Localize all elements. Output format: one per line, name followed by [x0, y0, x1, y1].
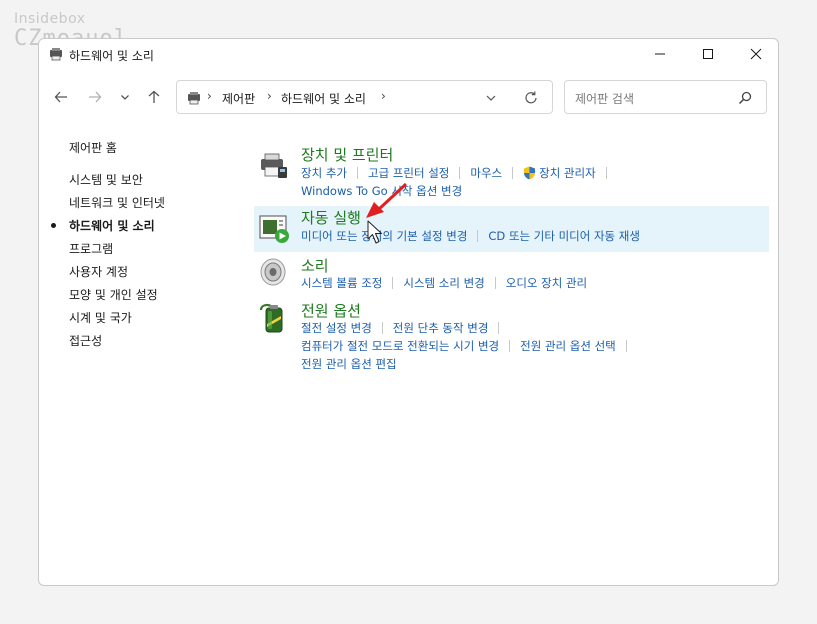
- sleep-timing-link[interactable]: 컴퓨터가 절전 모드로 전환되는 시기 변경: [301, 338, 499, 354]
- advanced-printer-setup-link[interactable]: 고급 프린터 설정: [368, 165, 449, 181]
- link-separator: [605, 167, 607, 179]
- annotation-arrow-icon: [366, 182, 408, 218]
- category-autoplay: 자동 실행 미디어 또는 장치의 기본 설정 변경 CD 또는 기타 미디어 자…: [254, 206, 769, 252]
- category-devices-printers: 장치 및 프린터 장치 추가 고급 프린터 설정 마우스 장치 관리자 Wind…: [254, 139, 769, 198]
- link-row: 전원 관리 옵션 편집: [301, 356, 397, 372]
- search-input[interactable]: 제어판 검색: [564, 80, 767, 114]
- link-row: 절전 설정 변경 전원 단추 동작 변경: [301, 320, 509, 336]
- link-separator: [459, 167, 461, 179]
- sidebar-item-user-accounts[interactable]: 사용자 계정: [69, 263, 128, 280]
- device-manager-link[interactable]: 장치 관리자: [539, 165, 596, 181]
- link-separator: [625, 340, 627, 352]
- current-page-bullet-icon: [51, 223, 56, 228]
- arrow-right-icon: [89, 91, 102, 103]
- breadcrumb-control-panel[interactable]: 제어판: [222, 90, 255, 107]
- sidebar-item-accessibility[interactable]: 접근성: [69, 332, 102, 349]
- add-device-link[interactable]: 장치 추가: [301, 165, 347, 181]
- category-power-options: 전원 옵션 절전 설정 변경 전원 단추 동작 변경 컴퓨터가 절전 모드로 전…: [254, 300, 769, 378]
- breadcrumb-separator: ›: [381, 89, 386, 103]
- minimize-button[interactable]: [637, 39, 683, 69]
- close-button[interactable]: [733, 39, 778, 69]
- sidebar-item-appearance[interactable]: 모양 및 개인 설정: [69, 286, 158, 303]
- change-sleep-settings-link[interactable]: 절전 설정 변경: [301, 320, 372, 336]
- arrow-left-icon: [54, 91, 67, 103]
- link-separator: [512, 167, 514, 179]
- link-separator: [477, 230, 479, 242]
- sidebar-item-system-security[interactable]: 시스템 및 보안: [69, 171, 143, 188]
- uac-shield-icon: [524, 166, 536, 180]
- link-separator: [498, 322, 500, 334]
- arrow-up-icon: [148, 90, 160, 103]
- breadcrumb-separator: ›: [207, 89, 212, 103]
- link-row: 컴퓨터가 절전 모드로 전환되는 시기 변경 전원 관리 옵션 선택: [301, 338, 637, 354]
- breadcrumb-separator: ›: [267, 89, 272, 103]
- change-system-sounds-link[interactable]: 시스템 소리 변경: [403, 275, 484, 291]
- mouse-link[interactable]: 마우스: [470, 165, 502, 181]
- edit-power-plan-link[interactable]: 전원 관리 옵션 편집: [301, 356, 397, 372]
- control-panel-icon: [50, 48, 62, 61]
- sidebar-item-programs[interactable]: 프로그램: [69, 240, 113, 257]
- watermark-line1: Insidebox: [14, 11, 86, 27]
- chevron-down-icon[interactable]: [482, 89, 500, 107]
- minimize-icon: [655, 53, 665, 55]
- category-title[interactable]: 자동 실행: [301, 207, 361, 228]
- address-bar[interactable]: › 제어판 › 하드웨어 및 소리 ›: [176, 80, 553, 114]
- refresh-icon[interactable]: [522, 89, 540, 107]
- maximize-icon: [703, 49, 713, 59]
- breadcrumb-hardware-sound[interactable]: 하드웨어 및 소리: [281, 90, 366, 107]
- close-icon: [750, 48, 762, 60]
- link-row: 미디어 또는 장치의 기본 설정 변경 CD 또는 기타 미디어 자동 재생: [301, 228, 640, 244]
- recent-locations-button[interactable]: [113, 85, 137, 109]
- forward-button[interactable]: [83, 85, 107, 109]
- sidebar-item-clock-region[interactable]: 시계 및 국가: [69, 309, 132, 326]
- manage-audio-devices-link[interactable]: 오디오 장치 관리: [506, 275, 587, 291]
- sidebar-home-link[interactable]: 제어판 홈: [69, 139, 117, 156]
- autoplay-icon: [259, 215, 289, 243]
- sidebar-item-hardware-sound[interactable]: 하드웨어 및 소리: [69, 217, 155, 234]
- sidebar-item-network-internet[interactable]: 네트워크 및 인터넷: [69, 194, 165, 211]
- back-button[interactable]: [49, 85, 73, 109]
- link-separator: [509, 340, 511, 352]
- link-separator: [356, 167, 358, 179]
- navigation-bar: › 제어판 › 하드웨어 및 소리 › 제어판 검색: [39, 77, 778, 117]
- link-separator: [494, 277, 496, 289]
- printer-icon: [261, 153, 287, 178]
- cd-media-autoplay-link[interactable]: CD 또는 기타 미디어 자동 재생: [488, 228, 640, 244]
- chevron-down-icon: [121, 95, 129, 100]
- link-separator: [381, 322, 383, 334]
- control-panel-window: 하드웨어 및 소리 › 제어판 › 하드웨어 및 소리 › 제어판 검색 제어판…: [38, 38, 779, 586]
- choose-power-plan-link[interactable]: 전원 관리 옵션 선택: [520, 338, 616, 354]
- category-sound: 소리 시스템 볼륨 조정 시스템 소리 변경 오디오 장치 관리: [254, 254, 769, 294]
- search-placeholder: 제어판 검색: [575, 92, 635, 106]
- link-row: 시스템 볼륨 조정 시스템 소리 변경 오디오 장치 관리: [301, 275, 587, 291]
- category-title[interactable]: 전원 옵션: [301, 300, 361, 321]
- maximize-button[interactable]: [685, 39, 731, 69]
- adjust-volume-link[interactable]: 시스템 볼륨 조정: [301, 275, 382, 291]
- up-button[interactable]: [142, 85, 166, 109]
- link-separator: [392, 277, 394, 289]
- link-row: 장치 추가 고급 프린터 설정 마우스 장치 관리자: [301, 165, 617, 181]
- hand-cursor-icon: [367, 220, 382, 244]
- titlebar: 하드웨어 및 소리: [39, 39, 778, 69]
- window-title: 하드웨어 및 소리: [69, 49, 154, 63]
- search-icon[interactable]: [737, 90, 753, 106]
- power-button-action-link[interactable]: 전원 단추 동작 변경: [393, 320, 489, 336]
- speaker-icon: [260, 258, 286, 286]
- control-panel-icon: [188, 92, 200, 105]
- category-title[interactable]: 장치 및 프린터: [301, 144, 393, 165]
- battery-icon: [259, 303, 283, 333]
- category-title[interactable]: 소리: [301, 255, 329, 276]
